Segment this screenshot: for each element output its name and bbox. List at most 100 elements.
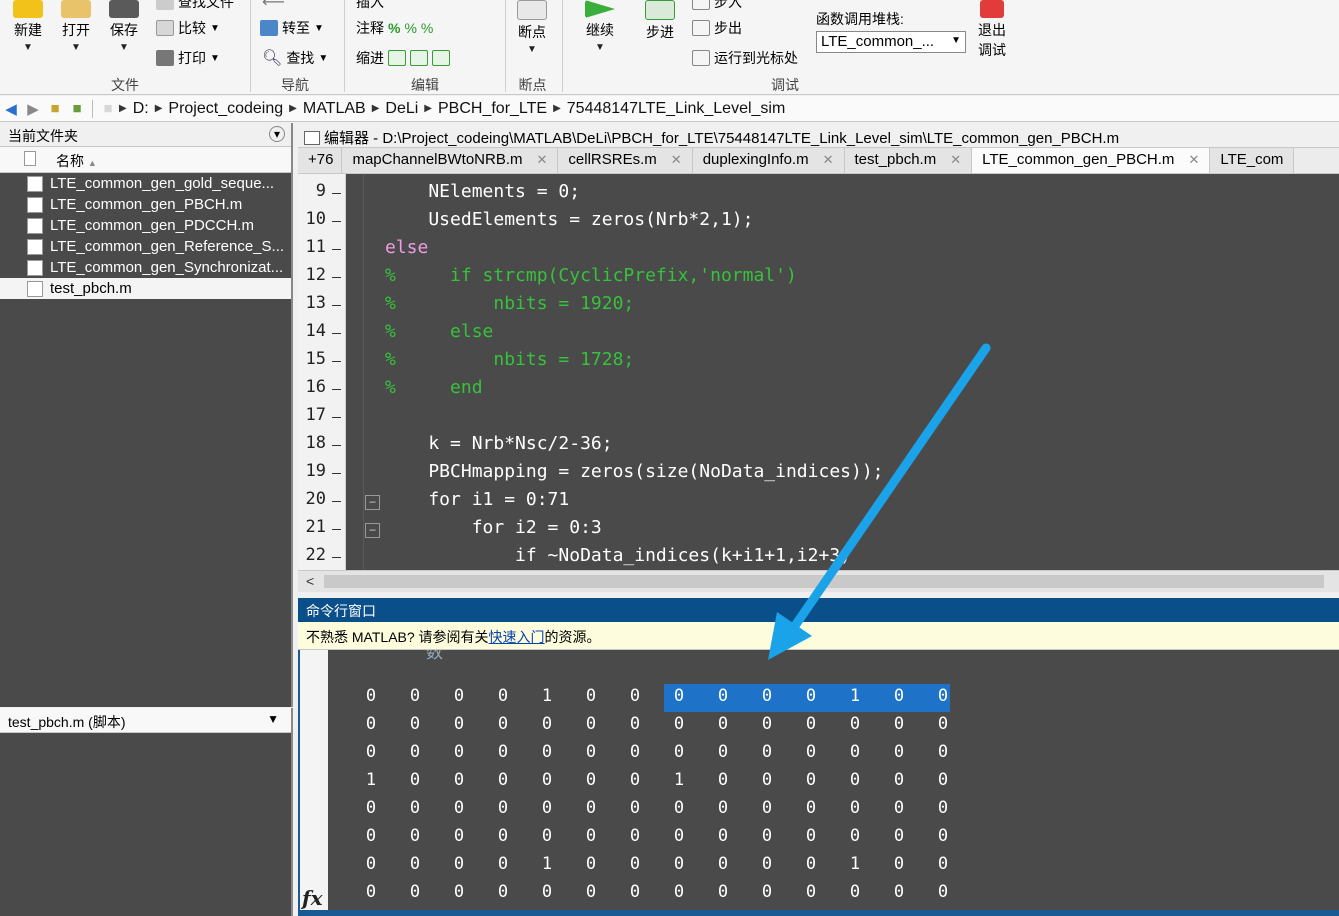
code-line[interactable]: PBCHmapping = zeros(size(NoData_indices)… bbox=[385, 461, 883, 482]
breakpoint-marker[interactable] bbox=[332, 445, 341, 446]
new-button[interactable]: 新建 ▼ bbox=[10, 0, 46, 53]
breakpoint-marker[interactable] bbox=[332, 361, 341, 362]
breadcrumb-item[interactable]: 75448147LTE_Link_Level_sim bbox=[567, 100, 786, 118]
panel-menu-icon[interactable]: ▾ bbox=[269, 126, 285, 142]
code-line[interactable]: % else bbox=[385, 321, 493, 342]
breakpoint-marker[interactable] bbox=[332, 277, 341, 278]
line-number: 12 bbox=[305, 265, 326, 285]
tab-cellrsres[interactable]: cellRSREs.m ✕ bbox=[558, 148, 693, 173]
code-line[interactable]: else bbox=[385, 237, 428, 258]
code-line[interactable]: % nbits = 1920; bbox=[385, 293, 634, 314]
code-editor[interactable]: 9 10 11 12 13 14 15 16 17 18 19 20 21 22 NElements = … bbox=[298, 174, 1339, 570]
code-line[interactable]: % if strcmp(CyclicPrefix,'normal') bbox=[385, 265, 797, 286]
code-line[interactable]: if ~NoData_indices(k+i1+1,i2+3) bbox=[385, 545, 851, 566]
close-icon[interactable]: ✕ bbox=[950, 152, 961, 167]
tab-overflow[interactable]: +76 bbox=[298, 148, 343, 173]
fold-toggle-icon[interactable]: − bbox=[365, 495, 380, 510]
breakpoint-marker[interactable] bbox=[332, 389, 341, 390]
file-item[interactable]: LTE_common_gen_Reference_S... bbox=[0, 236, 291, 257]
indent-button[interactable]: 缩进 bbox=[356, 48, 450, 68]
step-out-button[interactable]: 步出 bbox=[692, 18, 742, 38]
browse-folder-icon[interactable]: ■ bbox=[66, 100, 88, 117]
call-stack-select[interactable]: LTE_common_... ▼ bbox=[816, 31, 966, 53]
breakpoint-marker[interactable] bbox=[332, 557, 341, 558]
breakpoint-marker[interactable] bbox=[332, 417, 341, 418]
open-button[interactable]: 打开 ▼ bbox=[58, 0, 94, 53]
code-line[interactable]: for i2 = 0:3 bbox=[385, 517, 602, 538]
step-in-button[interactable]: 步入 bbox=[692, 0, 742, 12]
code-line[interactable]: UsedElements = zeros(Nrb*2,1); bbox=[385, 209, 753, 230]
matrix-cell: 0 bbox=[365, 714, 377, 734]
close-icon[interactable]: ✕ bbox=[671, 152, 682, 167]
tab-lte-common-gen-pbch[interactable]: LTE_common_gen_PBCH.m ✕ bbox=[972, 148, 1211, 173]
chevron-down-icon[interactable]: ▼ bbox=[267, 712, 279, 726]
close-icon[interactable]: ✕ bbox=[823, 152, 834, 167]
code-line[interactable]: k = Nrb*Nsc/2-36; bbox=[385, 433, 612, 454]
fold-toggle-icon[interactable]: − bbox=[365, 523, 380, 538]
comment-button[interactable]: 注释 % % % bbox=[356, 18, 433, 38]
tab-test-pbch[interactable]: test_pbch.m ✕ bbox=[844, 148, 973, 173]
code-line[interactable]: NElements = 0; bbox=[385, 181, 580, 202]
matrix-cell: 0 bbox=[673, 742, 685, 762]
breakpoint-marker[interactable] bbox=[332, 193, 341, 194]
breakpoint-marker[interactable] bbox=[332, 221, 341, 222]
line-number: 10 bbox=[305, 209, 326, 229]
find-button[interactable]: 🔍︎ 查找 ▼ bbox=[262, 48, 328, 68]
close-icon[interactable]: ✕ bbox=[1188, 152, 1199, 167]
scroll-left-icon[interactable]: < bbox=[306, 573, 314, 589]
code-line[interactable]: % nbits = 1728; bbox=[385, 349, 634, 370]
breakpoint-marker[interactable] bbox=[332, 529, 341, 530]
getting-started-link[interactable]: 快速入门 bbox=[489, 629, 545, 645]
back-nav-button[interactable]: ⟵ bbox=[262, 0, 285, 12]
up-folder-icon[interactable]: ■ bbox=[44, 100, 66, 117]
print-button[interactable]: 打印 ▼ bbox=[156, 48, 220, 68]
tab-lte-com[interactable]: LTE_com bbox=[1210, 148, 1295, 173]
breadcrumb-item[interactable]: PBCH_for_LTE bbox=[438, 100, 547, 118]
save-button[interactable]: 保存 ▼ bbox=[106, 0, 142, 53]
breadcrumb-item[interactable]: Project_codeing bbox=[168, 100, 283, 118]
find-file-button[interactable]: 查找文件 bbox=[156, 0, 234, 12]
matrix-cell: 0 bbox=[365, 882, 377, 902]
breadcrumb-item[interactable]: MATLAB bbox=[303, 100, 366, 118]
matrix-cell: 0 bbox=[761, 826, 773, 846]
command-window[interactable]: fx 数 0 0 0 0 1 0 0 0 0 0 0 1 0 0 0 0 0 0 0 0 0 0 0 0 0 0 0 0 0 0 0 0 0 0 0… bbox=[298, 650, 1339, 912]
breadcrumb-item[interactable]: DeLi bbox=[385, 100, 418, 118]
run-to-cursor-icon bbox=[692, 50, 710, 66]
file-item[interactable]: LTE_common_gen_Synchronizat... bbox=[0, 257, 291, 278]
matrix-cell: 0 bbox=[453, 826, 465, 846]
matrix-cell: 0 bbox=[761, 854, 773, 874]
breakpoints-button[interactable]: 断点 ▼ bbox=[512, 0, 552, 55]
file-item-selected[interactable]: test_pbch.m bbox=[0, 278, 291, 299]
breadcrumb-item[interactable]: D: bbox=[133, 100, 149, 118]
close-icon[interactable]: ✕ bbox=[537, 152, 548, 167]
file-item[interactable]: LTE_common_gen_gold_seque... bbox=[0, 173, 291, 194]
name-column-header[interactable]: 名称 ▲ bbox=[0, 147, 291, 173]
back-arrow-icon[interactable]: ◀ bbox=[0, 100, 22, 118]
tab-duplexinginfo[interactable]: duplexingInfo.m ✕ bbox=[692, 148, 845, 173]
matrix-cell: 0 bbox=[497, 770, 509, 790]
breakpoint-marker[interactable] bbox=[332, 473, 341, 474]
run-to-cursor-button[interactable]: 运行到光标处 bbox=[692, 48, 798, 68]
quit-debug-button[interactable]: 退出 调试 bbox=[974, 0, 1010, 60]
insert-button[interactable]: 插入 bbox=[356, 0, 384, 12]
breakpoint-marker[interactable] bbox=[332, 249, 341, 250]
breakpoint-marker[interactable] bbox=[332, 501, 341, 502]
breakpoint-marker[interactable] bbox=[332, 305, 341, 306]
forward-arrow-icon[interactable]: ▶ bbox=[22, 100, 44, 118]
function-browser-icon[interactable]: fx bbox=[302, 886, 323, 910]
matrix-cell: 0 bbox=[893, 798, 905, 818]
breakpoint-marker[interactable] bbox=[332, 333, 341, 334]
compare-button[interactable]: 比较 ▼ bbox=[156, 18, 220, 38]
continue-button[interactable]: 继续 ▼ bbox=[580, 0, 620, 53]
details-header[interactable]: test_pbch.m (脚本) ▼ bbox=[0, 708, 291, 733]
file-item[interactable]: LTE_common_gen_PDCCH.m bbox=[0, 215, 291, 236]
tab-mapchannelbwtonrb[interactable]: mapChannelBWtoNRB.m ✕ bbox=[342, 148, 559, 173]
file-item[interactable]: LTE_common_gen_PBCH.m bbox=[0, 194, 291, 215]
code-line[interactable]: % end bbox=[385, 377, 483, 398]
code-line[interactable]: for i1 = 0:71 bbox=[385, 489, 569, 510]
step-button[interactable]: 步进 bbox=[640, 0, 680, 42]
goto-button[interactable]: 转至 ▼ bbox=[260, 18, 324, 38]
scrollbar-thumb[interactable] bbox=[324, 575, 1324, 588]
matrix-cell: 0 bbox=[541, 742, 553, 762]
horizontal-scrollbar[interactable]: < bbox=[298, 570, 1339, 592]
